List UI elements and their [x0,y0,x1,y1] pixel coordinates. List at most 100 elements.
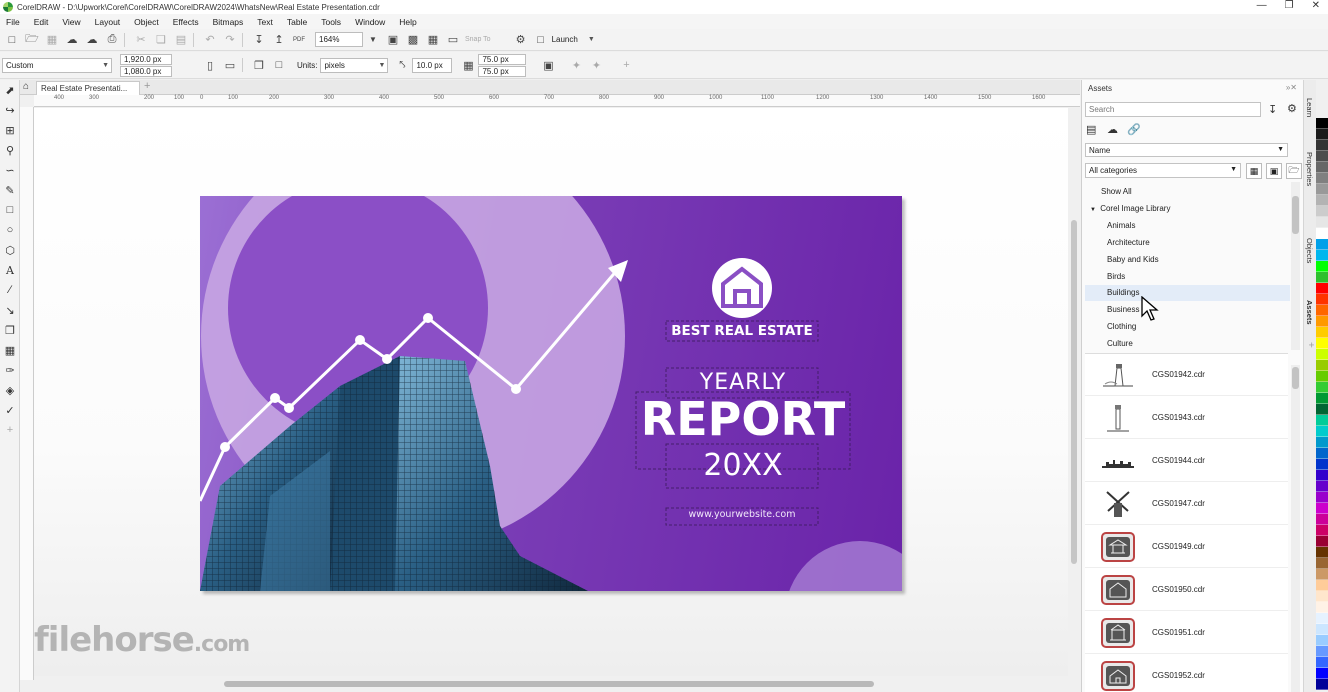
zoom-dropdown-icon[interactable]: ▼ [365,32,381,48]
color-swatch[interactable] [1316,195,1328,206]
website-text[interactable]: www.yourwebsite.com [666,509,818,520]
document-tab[interactable]: Real Estate Presentati... [36,81,140,95]
undo-icon[interactable]: ↶ [202,32,218,48]
launch-button[interactable]: Launch [552,35,578,44]
docker-tab-assets[interactable]: Assets [1305,300,1314,325]
show-guidelines-icon[interactable]: ▭ [445,32,461,48]
color-swatch[interactable] [1316,558,1328,569]
freehand-tool-icon[interactable]: ∽ [0,160,20,180]
asset-file[interactable]: CGS01944.cdr [1085,440,1288,482]
link-icon[interactable]: 🔗 [1127,123,1141,136]
minimize-button[interactable]: — [1257,0,1267,11]
color-swatch[interactable] [1316,206,1328,217]
menu-object[interactable]: Object [134,17,159,27]
color-swatch[interactable] [1316,239,1328,250]
tree-item-selected[interactable]: Buildings [1085,285,1290,301]
print-icon[interactable]: ⎙ [104,32,120,48]
color-swatch[interactable] [1316,371,1328,382]
color-swatch[interactable] [1316,327,1328,338]
color-swatch[interactable] [1316,349,1328,360]
cloud-sync-icon[interactable]: ☁ [84,32,100,48]
color-swatch[interactable] [1316,415,1328,426]
color-swatch[interactable] [1316,569,1328,580]
tree-library[interactable]: ▼ Corel Image Library [1085,201,1290,217]
color-swatch[interactable] [1316,382,1328,393]
docker-tab-objects[interactable]: Objects [1305,238,1314,263]
color-swatch[interactable] [1316,580,1328,591]
vertical-scroll-thumb[interactable] [1071,220,1077,564]
menu-bitmaps[interactable]: Bitmaps [213,17,244,27]
rectangle-tool-icon[interactable]: □ [0,200,20,220]
export-icon[interactable]: ↥ [271,32,287,48]
tree-scrollbar[interactable] [1291,182,1300,350]
tree-show-all[interactable]: Show All [1085,184,1290,200]
ellipse-tool-icon[interactable]: ○ [0,220,20,240]
color-swatch[interactable] [1316,679,1328,690]
color-swatch[interactable] [1316,591,1328,602]
horizontal-ruler[interactable]: 400 300 200 100 0 100 200 300 400 500 60… [34,95,1080,107]
color-swatch[interactable] [1316,217,1328,228]
menu-text[interactable]: Text [257,17,273,27]
asset-file[interactable]: CGS01942.cdr [1085,354,1288,396]
text-tool-icon[interactable]: A [0,260,20,280]
list-view-icon[interactable]: ▦ [1246,163,1262,179]
color-swatch[interactable] [1316,261,1328,272]
show-grid-icon[interactable]: ▦ [425,32,441,48]
color-swatch[interactable] [1316,514,1328,525]
page-preset-select[interactable]: Custom ▼ [2,57,112,73]
thumbnail-view-icon[interactable]: ▣ [1266,163,1282,179]
tree-item[interactable]: Baby and Kids [1085,252,1290,268]
asset-file[interactable]: CGS01949.cdr [1085,526,1288,568]
pdf-icon[interactable]: PDF [291,32,307,48]
color-swatch[interactable] [1316,536,1328,547]
asset-file[interactable]: CGS01950.cdr [1085,569,1288,611]
menu-edit[interactable]: Edit [34,17,49,27]
color-swatch[interactable] [1316,547,1328,558]
color-swatch[interactable] [1316,393,1328,404]
color-swatch[interactable] [1316,316,1328,327]
color-swatch[interactable] [1316,360,1328,371]
full-screen-icon[interactable]: ▣ [385,32,401,48]
sort-by-select[interactable]: Name ▼ [1085,143,1288,157]
color-swatch[interactable] [1316,448,1328,459]
color-swatch[interactable] [1316,470,1328,481]
color-swatch[interactable] [1316,151,1328,162]
duplicate-x-field[interactable]: 75.0 px [478,53,527,65]
color-swatch[interactable] [1316,283,1328,294]
report-title[interactable]: REPORT [636,394,850,444]
zoom-tool-icon[interactable]: ⚲ [0,140,20,160]
tree-scroll-thumb[interactable] [1292,196,1299,234]
presentation-slide[interactable]: BEST REAL ESTATE YEARLY REPORT 20XX www.… [200,196,902,591]
color-swatch[interactable] [1316,118,1328,129]
tree-item[interactable]: Animals [1085,218,1290,234]
color-swatch[interactable] [1316,437,1328,448]
nudge-distance-field[interactable]: 10.0 px [412,57,453,73]
color-swatch[interactable] [1316,294,1328,305]
options-gear-icon[interactable]: ⚙ [513,32,529,48]
menu-window[interactable]: Window [355,17,385,27]
color-swatch[interactable] [1316,272,1328,283]
color-swatch[interactable] [1316,338,1328,349]
asset-file[interactable]: CGS01947.cdr [1085,483,1288,525]
color-swatch[interactable] [1316,668,1328,679]
cloud-icon[interactable]: ☁ [1107,123,1118,136]
snap-to-label[interactable]: Snap To [465,32,491,48]
color-swatch[interactable] [1316,624,1328,635]
interactive-fill-tool-icon[interactable]: ◈ [0,380,20,400]
category-select[interactable]: All categories ▼ [1085,163,1241,178]
color-swatch[interactable] [1316,602,1328,613]
polygon-tool-icon[interactable]: ⬡ [0,240,20,260]
color-swatch[interactable] [1316,657,1328,668]
color-swatch[interactable] [1316,404,1328,415]
color-swatch[interactable] [1316,250,1328,261]
duplicate-y-field[interactable]: 75.0 px [478,65,527,77]
shape-tool-icon[interactable]: ↪ [0,100,20,120]
add-tool-icon[interactable]: + [0,420,20,440]
eyedropper-tool-icon[interactable]: ✑ [0,360,20,380]
settings-gear-icon[interactable]: ⚙ [1287,102,1297,115]
crop-tool-icon[interactable]: ⊞ [0,120,20,140]
tree-item[interactable]: Clothing [1085,319,1290,335]
new-document-icon[interactable]: □ [4,32,20,48]
launch-dropdown-icon[interactable]: ▼ [588,36,595,43]
smart-fill-tool-icon[interactable]: ✓ [0,400,20,420]
